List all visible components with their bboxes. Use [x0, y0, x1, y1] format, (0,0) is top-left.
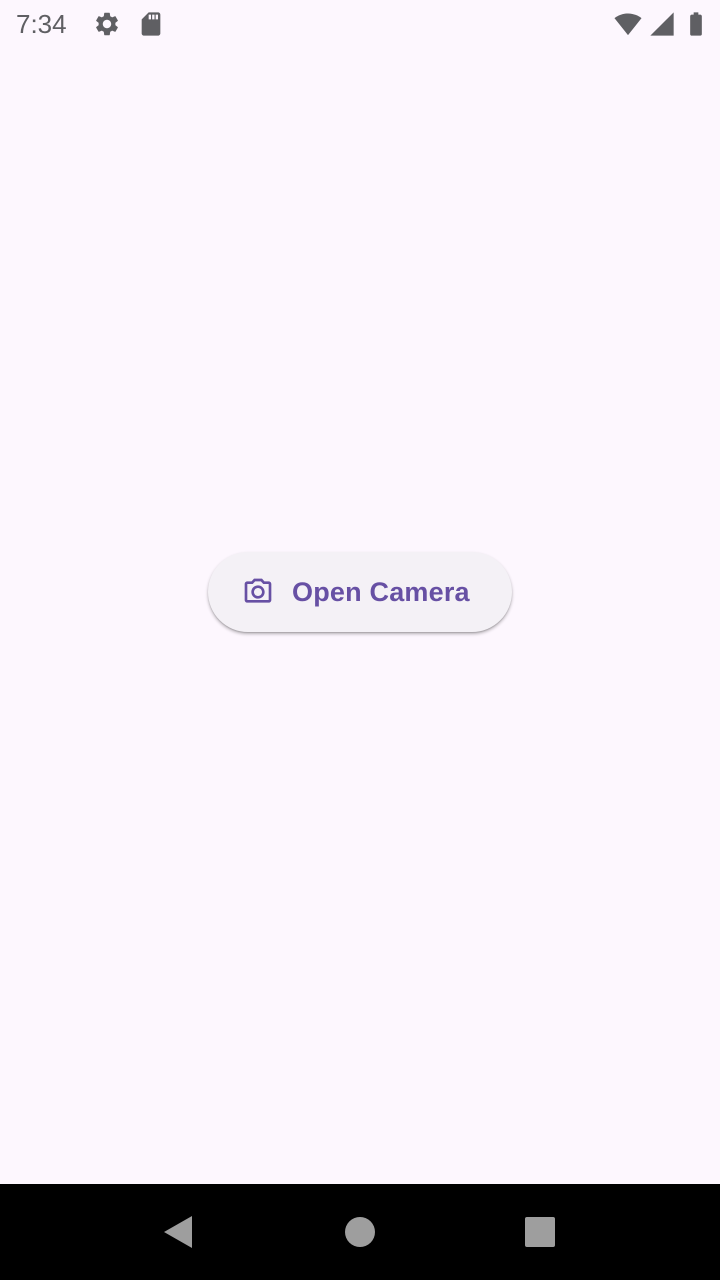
status-time: 7:34: [16, 9, 67, 39]
recents-icon[interactable]: [520, 1212, 560, 1252]
sd-card-icon: [141, 12, 161, 36]
status-bar: 7:34: [0, 0, 720, 48]
open-camera-button[interactable]: Open Camera: [208, 552, 512, 632]
cell-signal-icon: [650, 12, 674, 36]
settings-gear-icon: [96, 12, 118, 36]
home-icon[interactable]: [340, 1212, 380, 1252]
battery-icon: [690, 12, 702, 36]
navigation-bar: [0, 1184, 720, 1280]
open-camera-label: Open Camera: [292, 576, 470, 607]
back-icon[interactable]: [160, 1212, 200, 1252]
camera-icon: [244, 578, 272, 603]
wifi-icon: [614, 13, 642, 36]
